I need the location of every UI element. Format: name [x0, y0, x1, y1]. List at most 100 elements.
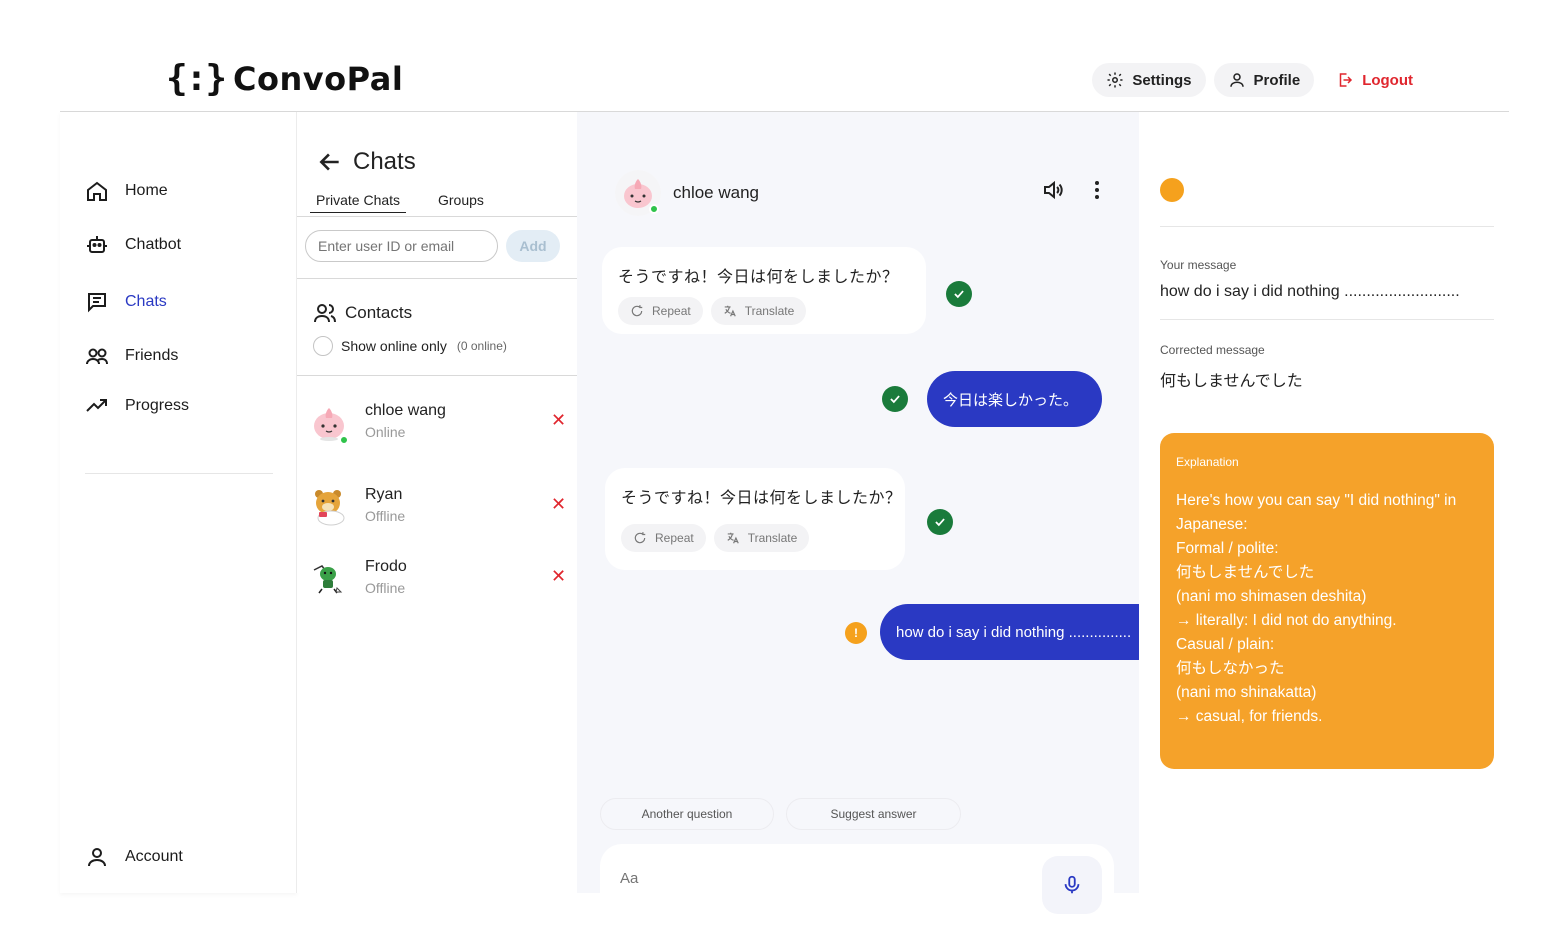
logout-button[interactable]: Logout [1322, 63, 1427, 97]
user-icon [88, 848, 106, 867]
explanation-line: Here's how you can say "I did nothing" i… [1176, 492, 1457, 509]
contacts-header: Contacts [313, 301, 412, 325]
translate-label: Translate [744, 304, 795, 318]
explanation-line: → literally: I did not do anything. [1176, 612, 1397, 629]
sidebar-item-chatbot[interactable]: Chatbot [85, 233, 181, 257]
contact-name: chloe wang [365, 402, 446, 419]
settings-button[interactable]: Settings [1092, 63, 1206, 97]
repeat-label: Repeat [655, 531, 694, 545]
explanation-line: 何もしなかった [1176, 660, 1285, 677]
contact-name: Frodo [365, 558, 407, 575]
explanation-line: Casual / plain: [1176, 636, 1275, 653]
trend-icon [86, 399, 107, 412]
add-contact-button[interactable]: Add [506, 230, 560, 262]
remove-contact-icon[interactable]: ✕ [551, 494, 566, 515]
explanation-line: (nani mo shimasen deshita) [1176, 588, 1367, 605]
explanation-card: Explanation Here's how you can say "I di… [1160, 433, 1494, 769]
frodo-avatar [313, 565, 343, 594]
remove-contact-icon[interactable]: ✕ [551, 410, 566, 431]
home-icon [87, 181, 107, 201]
feedback-status-dot [1160, 178, 1184, 202]
logout-icon [1339, 73, 1353, 87]
contact-item-frodo[interactable]: Frodo Offline ✕ [311, 558, 571, 608]
tab-groups[interactable]: Groups [438, 192, 484, 208]
online-filter[interactable]: Show online only (0 online) [313, 336, 507, 356]
app-window: {:} ConvoPal Settings Profile Logout Hom… [60, 48, 1509, 920]
translate-label: Translate [747, 531, 798, 545]
add-contact-row: Add [305, 230, 560, 262]
sidebar-item-label: Friends [125, 347, 179, 364]
user-icon [1229, 73, 1244, 87]
translate-icon [724, 305, 736, 317]
translate-button[interactable]: Translate [713, 524, 810, 552]
more-vertical-icon[interactable] [1085, 178, 1109, 202]
divider [1160, 226, 1494, 227]
sidebar-item-account[interactable]: Account [85, 845, 183, 869]
message-actions: Repeat Translate [618, 297, 910, 325]
contact-name: Ryan [365, 486, 403, 503]
sidebar-item-home[interactable]: Home [85, 179, 168, 203]
message-input[interactable] [620, 870, 1020, 887]
contact-item-chloe-wang[interactable]: chloe wang Online ✕ [311, 402, 571, 452]
corrected-message-text: 何もしませんでした [1160, 373, 1303, 390]
back-arrow-icon[interactable] [317, 149, 343, 175]
online-count: (0 online) [456, 339, 507, 353]
conversation-contact-name: chloe wang [673, 183, 760, 202]
online-only-radio[interactable] [313, 336, 333, 356]
repeat-icon [631, 305, 643, 317]
conversation-actions [1041, 178, 1109, 202]
outgoing-message: 今日は楽しかった。 [927, 371, 1102, 427]
settings-label: Settings [1132, 71, 1192, 89]
profile-button[interactable]: Profile [1213, 63, 1315, 97]
feedback-panel: Your message how do i say i did nothing … [1139, 112, 1509, 893]
contacts-label: Contacts [345, 303, 413, 322]
chat-tabs: Private Chats Groups [297, 190, 577, 217]
conversation-header: chloe wang [615, 170, 759, 216]
sidebar-item-label: Home [125, 182, 168, 199]
repeat-button[interactable]: Repeat [618, 297, 703, 325]
explanation-line: (nani mo shinakatta) [1176, 684, 1317, 701]
suggest-answer-button[interactable]: Suggest answer [786, 798, 961, 830]
brand-logo[interactable]: {:} ConvoPal [166, 58, 403, 99]
contacts-icon [314, 304, 336, 323]
contact-status: Offline [365, 508, 406, 524]
logout-label: Logout [1362, 71, 1413, 89]
sidebar-item-label: Progress [125, 397, 190, 414]
logo-text: ConvoPal [233, 59, 404, 98]
tab-private-chats[interactable]: Private Chats [310, 192, 407, 213]
page-title: Chats [353, 148, 416, 175]
sidebar-item-friends[interactable]: Friends [85, 344, 178, 368]
contact-item-ryan[interactable]: Ryan Offline ✕ [311, 486, 571, 536]
check-icon [946, 281, 972, 307]
sidebar-item-label: Chats [125, 293, 167, 310]
sidebar-item-chats[interactable]: Chats [85, 290, 167, 314]
speaker-icon[interactable] [1041, 178, 1065, 202]
incoming-message: そうですね！今日は何をしましたか？ Repeat Translate [605, 468, 905, 570]
repeat-button[interactable]: Repeat [621, 524, 706, 552]
message-text: 今日は楽しかった。 [943, 391, 1079, 409]
avatar[interactable] [615, 170, 661, 216]
microphone-icon [1064, 875, 1080, 894]
your-message-label: Your message [1160, 258, 1237, 272]
user-search-input[interactable] [305, 230, 498, 262]
divider [297, 278, 577, 279]
divider [1160, 319, 1494, 320]
friends-icon [86, 348, 108, 365]
online-status-dot [649, 204, 659, 214]
warning-icon[interactable]: ! [845, 622, 867, 644]
check-icon [882, 386, 908, 412]
another-question-button[interactable]: Another question [600, 798, 774, 830]
message-text: そうですね！今日は何をしましたか？ [618, 269, 899, 286]
translate-icon [727, 532, 739, 544]
message-text: how do i say i did nothing .............… [896, 623, 1132, 641]
sidebar-item-progress[interactable]: Progress [85, 394, 189, 418]
microphone-button[interactable] [1042, 856, 1102, 914]
chat-icon [88, 293, 106, 313]
remove-contact-icon[interactable]: ✕ [551, 566, 566, 587]
explanation-line: Japanese: [1176, 516, 1248, 533]
conversation-panel: chloe wang そうですね！今日は何をしましたか？ Repeat Tran… [577, 112, 1166, 920]
robot-icon [87, 236, 107, 253]
header-actions: Settings Profile Logout [1092, 63, 1427, 97]
message-composer [600, 844, 1114, 920]
translate-button[interactable]: Translate [710, 297, 807, 325]
